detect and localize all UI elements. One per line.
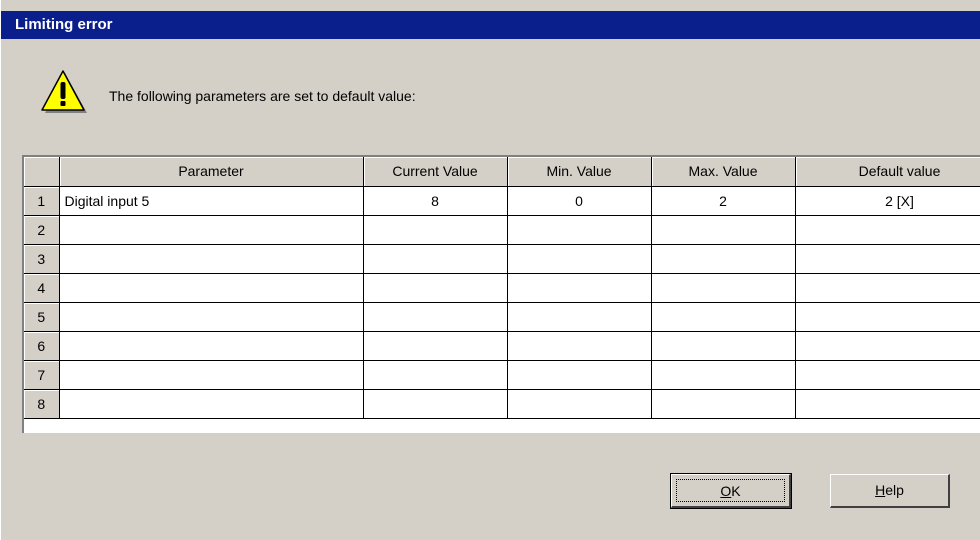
ok-label-rest: K xyxy=(731,483,741,499)
current-value-cell[interactable] xyxy=(363,215,508,245)
min-value-cell[interactable] xyxy=(507,331,652,361)
dialog-title: Limiting error xyxy=(1,11,980,39)
parameter-cell[interactable]: Digital input 5 xyxy=(59,186,364,216)
table-row: 2 xyxy=(24,215,980,245)
header-row: Parameter Current Value Min. Value Max. … xyxy=(24,157,980,187)
row-number[interactable]: 5 xyxy=(24,302,60,332)
current-value-cell[interactable] xyxy=(363,273,508,303)
parameter-cell[interactable] xyxy=(59,244,364,274)
row-number[interactable]: 7 xyxy=(24,360,60,390)
current-value-cell[interactable] xyxy=(363,331,508,361)
parameter-cell[interactable] xyxy=(59,360,364,390)
ok-mnemonic: O xyxy=(720,483,732,499)
current-value-cell[interactable] xyxy=(363,360,508,390)
max-value-cell[interactable] xyxy=(651,302,796,332)
column-header-parameter[interactable]: Parameter xyxy=(59,157,364,187)
current-value-cell[interactable] xyxy=(363,302,508,332)
message-text: The following parameters are set to defa… xyxy=(109,88,416,104)
max-value-cell[interactable] xyxy=(651,331,796,361)
row-number[interactable]: 2 xyxy=(24,215,60,245)
min-value-cell[interactable]: 0 xyxy=(507,186,652,216)
parameter-cell[interactable] xyxy=(59,389,364,419)
limiting-error-dialog: Limiting error The following parameters … xyxy=(0,0,980,540)
min-value-cell[interactable] xyxy=(507,244,652,274)
ok-button[interactable]: OK xyxy=(670,473,792,509)
parameter-cell[interactable] xyxy=(59,331,364,361)
table-row: 1 Digital input 5 8 0 2 2 [X] xyxy=(24,186,980,216)
max-value-cell[interactable] xyxy=(651,273,796,303)
min-value-cell[interactable] xyxy=(507,215,652,245)
default-value-cell[interactable] xyxy=(795,302,980,332)
column-header-max-value[interactable]: Max. Value xyxy=(651,157,796,187)
row-number[interactable]: 6 xyxy=(24,331,60,361)
default-value-cell[interactable] xyxy=(795,244,980,274)
table-row: 8 xyxy=(24,389,980,419)
default-value-cell[interactable]: 2 [X] xyxy=(795,186,980,216)
default-value-cell[interactable] xyxy=(795,331,980,361)
default-value-cell[interactable] xyxy=(795,273,980,303)
max-value-cell[interactable] xyxy=(651,360,796,390)
ok-button-focus: OK xyxy=(676,479,785,502)
default-value-cell[interactable] xyxy=(795,360,980,390)
current-value-cell[interactable] xyxy=(363,244,508,274)
table-row: 7 xyxy=(24,360,980,390)
row-number[interactable]: 1 xyxy=(24,186,60,216)
min-value-cell[interactable] xyxy=(507,302,652,332)
row-number[interactable]: 8 xyxy=(24,389,60,419)
column-header-default-value[interactable]: Default value xyxy=(795,157,980,187)
column-header-current-value[interactable]: Current Value xyxy=(363,157,508,187)
parameter-cell[interactable] xyxy=(59,215,364,245)
row-number[interactable]: 3 xyxy=(24,244,60,274)
min-value-cell[interactable] xyxy=(507,273,652,303)
current-value-cell[interactable]: 8 xyxy=(363,186,508,216)
parameter-table: Parameter Current Value Min. Value Max. … xyxy=(24,157,980,419)
min-value-cell[interactable] xyxy=(507,389,652,419)
row-number[interactable]: 4 xyxy=(24,273,60,303)
help-button[interactable]: Help xyxy=(830,474,950,508)
min-value-cell[interactable] xyxy=(507,360,652,390)
max-value-cell[interactable]: 2 xyxy=(651,186,796,216)
default-value-cell[interactable] xyxy=(795,389,980,419)
table-row: 6 xyxy=(24,331,980,361)
table-row: 4 xyxy=(24,273,980,303)
corner-header[interactable] xyxy=(24,157,60,187)
table-row: 5 xyxy=(24,302,980,332)
max-value-cell[interactable] xyxy=(651,244,796,274)
max-value-cell[interactable] xyxy=(651,215,796,245)
table-row: 3 xyxy=(24,244,980,274)
parameter-cell[interactable] xyxy=(59,273,364,303)
help-label-rest: elp xyxy=(885,482,904,498)
help-mnemonic: H xyxy=(875,482,886,498)
parameter-grid[interactable]: Parameter Current Value Min. Value Max. … xyxy=(22,155,980,433)
warning-icon xyxy=(41,70,87,113)
column-header-min-value[interactable]: Min. Value xyxy=(507,157,652,187)
default-value-cell[interactable] xyxy=(795,215,980,245)
max-value-cell[interactable] xyxy=(651,389,796,419)
current-value-cell[interactable] xyxy=(363,389,508,419)
parameter-cell[interactable] xyxy=(59,302,364,332)
